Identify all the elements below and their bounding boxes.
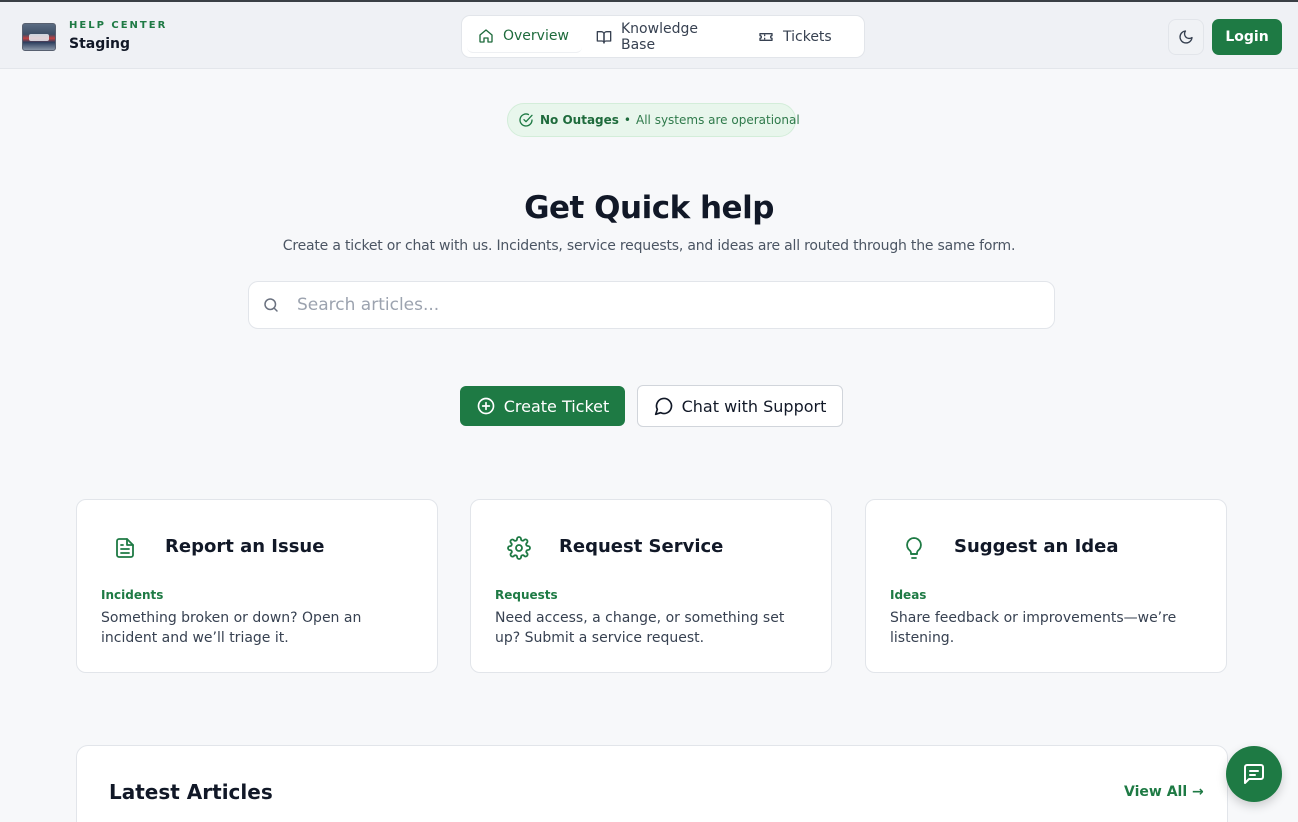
- message-square-icon: [1244, 764, 1264, 784]
- card-request-service[interactable]: Request Service Requests Need access, a …: [470, 499, 832, 673]
- lightbulb-icon: [902, 536, 926, 560]
- chat-fab-button[interactable]: [1226, 746, 1282, 802]
- login-button[interactable]: Login: [1212, 19, 1282, 55]
- card-description: Something broken or down? Open an incide…: [101, 610, 362, 646]
- nav-tickets[interactable]: Tickets: [742, 20, 852, 53]
- ticket-icon: [758, 29, 774, 45]
- card-tag: Ideas: [890, 588, 927, 602]
- page-title: Get Quick help: [524, 190, 774, 226]
- home-icon: [478, 28, 494, 44]
- nav-tickets-label: Tickets: [783, 28, 832, 45]
- search-input[interactable]: [297, 295, 997, 315]
- status-description: All systems are operational: [636, 113, 800, 127]
- card-suggest-idea[interactable]: Suggest an Idea Ideas Share feedback or …: [865, 499, 1227, 673]
- nav-overview[interactable]: Overview: [467, 20, 582, 53]
- search-icon: [264, 298, 278, 312]
- chat-bubble-icon: [654, 397, 672, 416]
- card-title: Report an Issue: [165, 536, 325, 557]
- card-description: Share feedback or improvements—we’re lis…: [890, 610, 1177, 646]
- book-open-icon: [596, 29, 612, 45]
- view-all-link[interactable]: View All →: [1124, 784, 1204, 800]
- card-tag: Incidents: [101, 588, 164, 602]
- card-tag: Requests: [495, 588, 558, 602]
- card-title: Request Service: [559, 536, 724, 557]
- main-nav: Overview Knowledge Base Tickets: [461, 15, 865, 58]
- chat-support-button[interactable]: Chat with Support: [637, 385, 843, 427]
- create-ticket-button[interactable]: Create Ticket: [460, 386, 625, 426]
- chat-support-label: Chat with Support: [681, 396, 827, 416]
- gear-icon: [507, 536, 531, 560]
- card-description: Need access, a change, or something set …: [495, 610, 785, 646]
- page-subtitle: Create a ticket or chat with us. Inciden…: [282, 238, 1016, 254]
- latest-articles-section: Latest Articles View All →: [76, 745, 1228, 822]
- brand[interactable]: HELP CENTER Staging: [22, 19, 167, 54]
- moon-icon: [1179, 30, 1193, 44]
- nav-knowledge-base-label: Knowledge Base: [621, 20, 698, 53]
- check-circle-icon: [519, 113, 533, 127]
- status-separator: •: [623, 113, 631, 127]
- portal-logo-image: [22, 22, 56, 51]
- nav-knowledge-base[interactable]: Knowledge Base: [582, 20, 742, 53]
- card-report-issue[interactable]: Report an Issue Incidents Something brok…: [76, 499, 438, 673]
- plus-circle-icon: [477, 397, 495, 415]
- search-bar: [248, 281, 1055, 329]
- create-ticket-label: Create Ticket: [503, 396, 610, 416]
- latest-articles-title: Latest Articles: [109, 780, 273, 804]
- theme-toggle-button[interactable]: [1168, 19, 1204, 55]
- brand-name: Staging: [69, 36, 131, 52]
- brand-kicker: HELP CENTER: [69, 20, 168, 31]
- brand-text: HELP CENTER Staging: [69, 19, 167, 54]
- nav-overview-label: Overview: [503, 28, 569, 44]
- status-strong: No Outages: [540, 113, 619, 127]
- card-title: Suggest an Idea: [954, 536, 1119, 557]
- top-header: HELP CENTER Staging Overview Knowledge B…: [0, 2, 1298, 69]
- document-icon: [113, 536, 137, 560]
- status-banner: No Outages • All systems are operational: [507, 103, 800, 137]
